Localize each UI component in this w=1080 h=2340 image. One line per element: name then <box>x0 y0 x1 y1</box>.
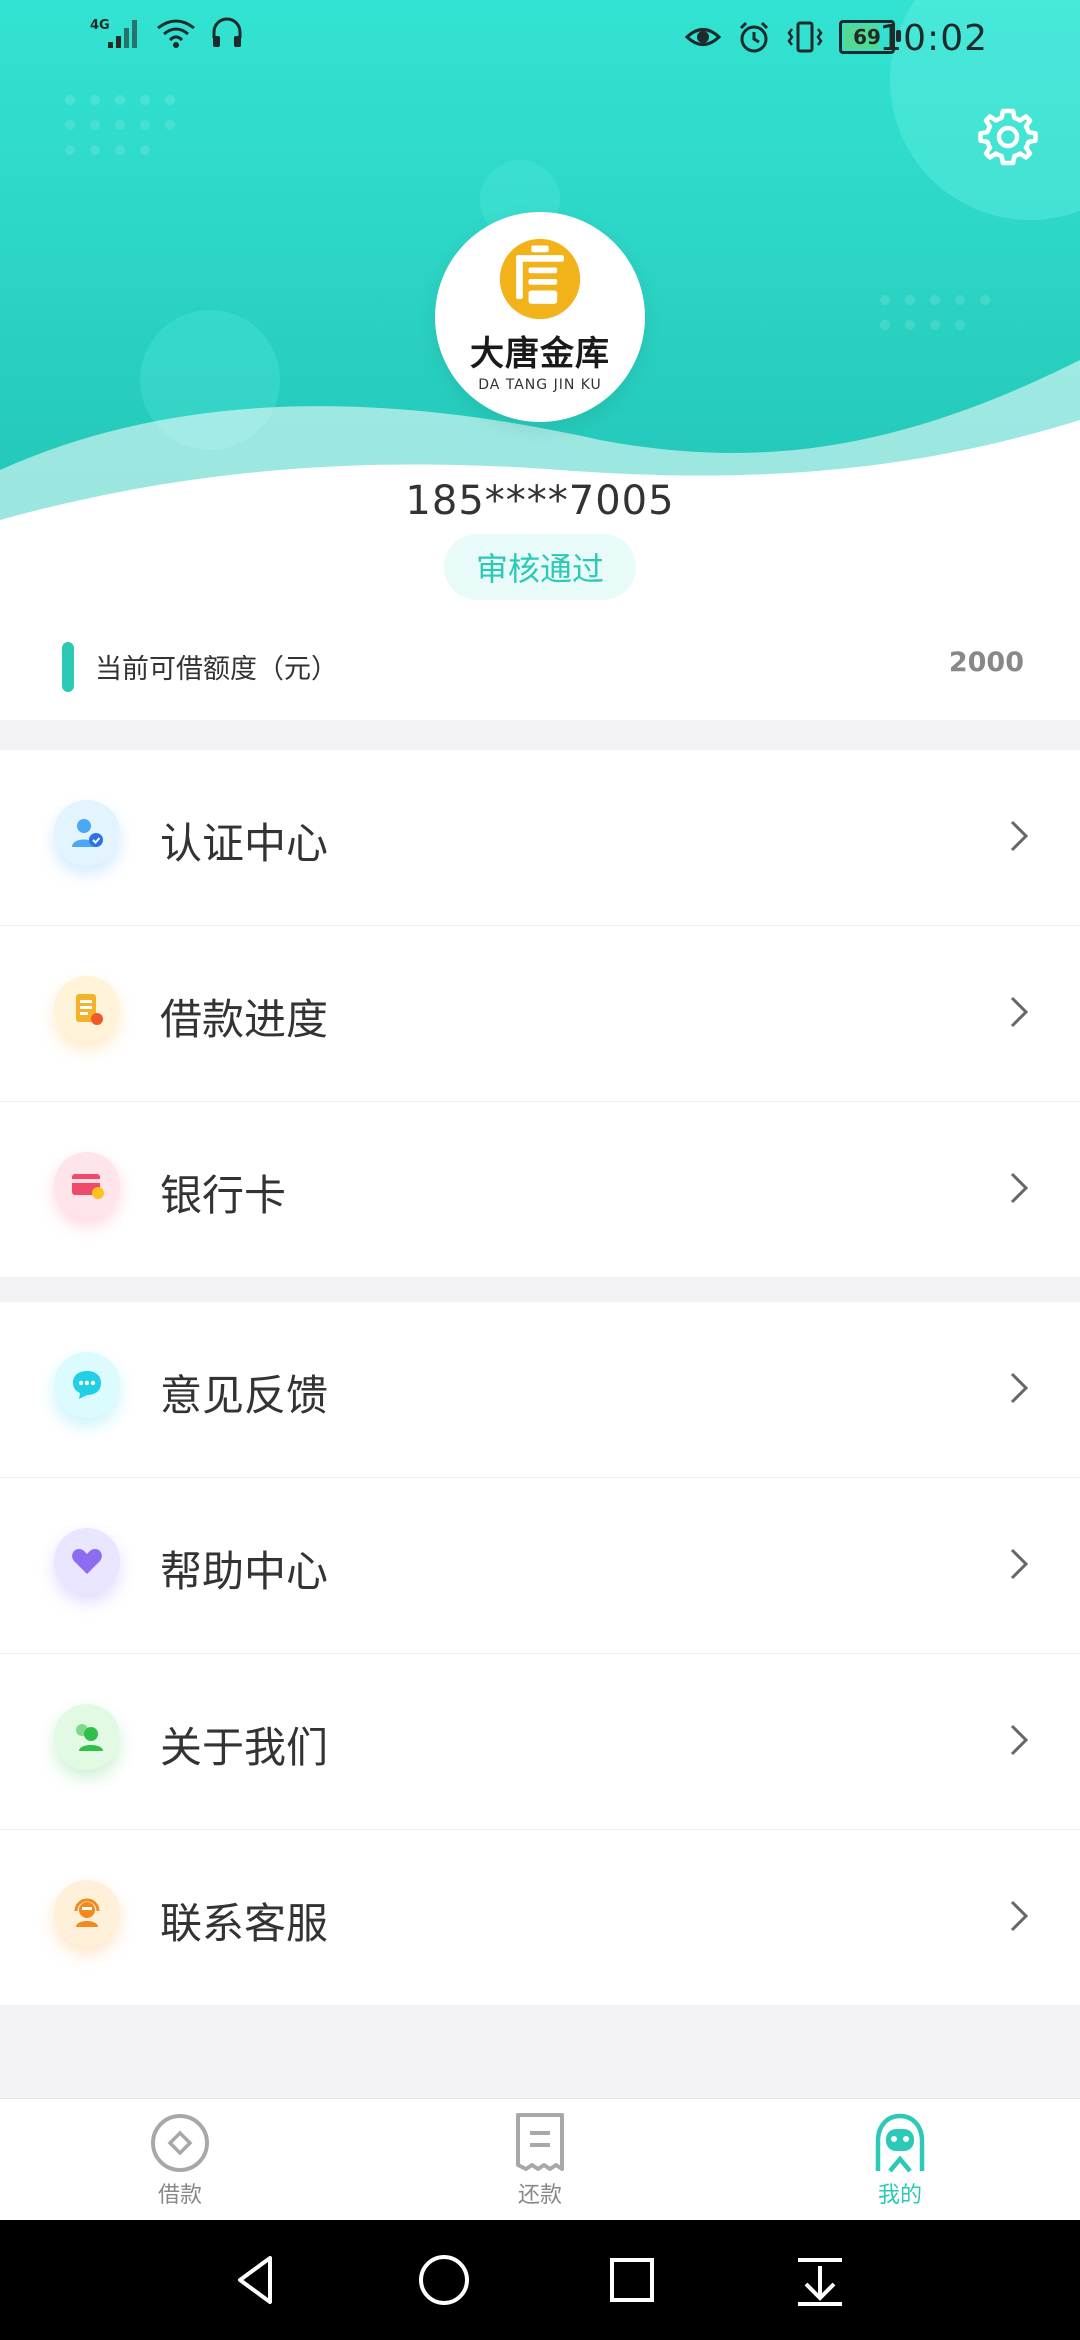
status-left: 4G <box>90 16 244 50</box>
profile-screen: 4G 69 10:02 大唐金库 DA TANG JIN KU 185****7… <box>0 0 1080 2340</box>
user-phone-number: 185****7005 <box>405 478 675 524</box>
review-status-badge: 审核通过 <box>444 534 636 600</box>
headphones-icon <box>212 17 242 47</box>
menu-item-about-us[interactable]: 关于我们 <box>0 1654 1080 1830</box>
headset-service-icon <box>54 1880 120 1946</box>
status-bar: 4G 69 10:02 <box>0 0 1080 84</box>
mine-avatar-icon <box>875 2113 925 2173</box>
menu-item-label: 借款进度 <box>160 995 329 1044</box>
chevron-right-icon <box>1010 996 1029 1028</box>
profile-header: 4G 69 10:02 大唐金库 DA TANG JIN KU 185****7… <box>0 0 1080 720</box>
chat-feedback-icon <box>54 1352 120 1418</box>
menu-item-help-center[interactable]: 帮助中心 <box>0 1478 1080 1654</box>
bottom-tab-bar: 借款 还款 我的 <box>0 2098 1080 2221</box>
limit-value: 2000 <box>948 647 1024 678</box>
limit-label: 当前可借额度（元） <box>95 654 338 685</box>
credit-limit-row: 当前可借额度（元） 2000 <box>0 620 1080 720</box>
menu-item-bank-card[interactable]: 银行卡 <box>0 1102 1080 1277</box>
menu-item-feedback[interactable]: 意见反馈 <box>0 1302 1080 1478</box>
back-triangle-icon[interactable] <box>226 2250 286 2310</box>
document-progress-icon <box>54 976 120 1042</box>
tab-label: 借款 <box>157 2183 202 2208</box>
eye-comfort-icon <box>685 28 721 46</box>
menu-group-account: 认证中心 借款进度 银行卡 <box>0 750 1080 1277</box>
wifi-icon <box>157 19 195 48</box>
recents-square-icon[interactable] <box>602 2250 662 2310</box>
alarm-icon <box>739 21 769 53</box>
menu-item-certification-center[interactable]: 认证中心 <box>0 750 1080 926</box>
tab-loan[interactable]: 借款 <box>80 2111 280 2209</box>
menu-item-loan-progress[interactable]: 借款进度 <box>0 926 1080 1102</box>
loan-coin-icon <box>151 2114 209 2172</box>
home-circle-icon[interactable] <box>414 2250 474 2310</box>
vibrate-icon <box>787 21 823 53</box>
tab-mine[interactable]: 我的 <box>800 2111 1000 2209</box>
chevron-right-icon <box>1010 1172 1029 1204</box>
tab-label: 还款 <box>517 2183 562 2208</box>
menu-item-label: 联系客服 <box>160 1899 329 1948</box>
menu-item-label: 银行卡 <box>160 1171 287 1220</box>
signal-4g-icon: 4G <box>90 18 137 48</box>
chevron-right-icon <box>1010 1724 1029 1756</box>
menu-item-label: 关于我们 <box>160 1723 329 1772</box>
tab-label: 我的 <box>877 2183 922 2208</box>
menu-group-support: 意见反馈 帮助中心 关于我们 联系客服 <box>0 1302 1080 2005</box>
menu-item-label: 意见反馈 <box>160 1371 329 1420</box>
notification-pulldown-icon[interactable] <box>790 2250 850 2310</box>
heart-help-icon <box>54 1528 120 1594</box>
menu-item-customer-service[interactable]: 联系客服 <box>0 1830 1080 2005</box>
battery-level: 69 <box>853 25 881 49</box>
settings-gear-icon[interactable] <box>976 105 1040 169</box>
chevron-right-icon <box>1010 1548 1029 1580</box>
tab-repay[interactable]: 还款 <box>440 2111 640 2209</box>
svg-text:4G: 4G <box>90 18 110 33</box>
menu-item-label: 帮助中心 <box>160 1547 329 1596</box>
system-nav-bar <box>0 2220 1080 2340</box>
chevron-right-icon <box>1010 1372 1029 1404</box>
chevron-right-icon <box>1010 1900 1029 1932</box>
person-check-icon <box>54 800 120 866</box>
logo-english-name: DA TANG JIN KU <box>478 376 602 393</box>
menu-item-label: 认证中心 <box>160 819 329 868</box>
repay-receipt-icon <box>516 2113 564 2171</box>
chevron-right-icon <box>1010 820 1029 852</box>
status-right: 69 <box>685 20 901 54</box>
status-time: 10:02 <box>879 18 988 59</box>
people-about-icon <box>54 1704 120 1770</box>
limit-accent-bar <box>62 642 74 692</box>
app-logo-avatar: 大唐金库 DA TANG JIN KU <box>435 212 645 422</box>
logo-mark-icon <box>499 238 581 319</box>
bank-card-icon <box>54 1152 120 1218</box>
logo-chinese-name: 大唐金库 <box>470 333 610 374</box>
